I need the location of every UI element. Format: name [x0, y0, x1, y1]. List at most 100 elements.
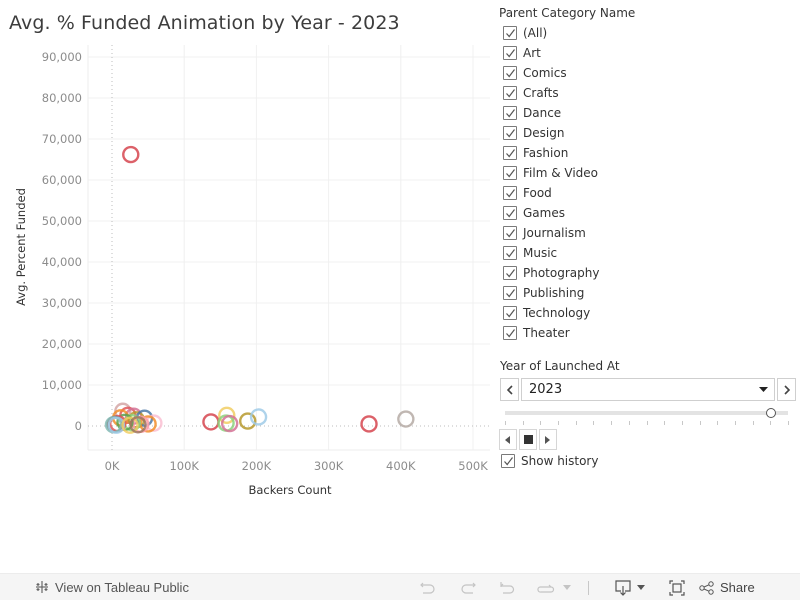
y-tick-label: 30,000 — [42, 296, 82, 310]
checkbox[interactable] — [503, 226, 517, 240]
filter-item[interactable]: Theater — [503, 323, 799, 343]
play-backward-button[interactable] — [499, 429, 517, 450]
checkbox[interactable] — [503, 126, 517, 140]
filter-item[interactable]: (All) — [503, 23, 799, 43]
slider-tick — [505, 421, 506, 425]
undo-button[interactable] — [418, 581, 438, 595]
y-tick-label: 70,000 — [42, 132, 82, 146]
show-history-checkbox[interactable]: Show history — [501, 454, 796, 468]
checkmark-icon — [505, 108, 515, 117]
slider-handle[interactable] — [766, 408, 777, 418]
filter-item[interactable]: Music — [503, 243, 799, 263]
checkbox[interactable] — [503, 286, 517, 300]
download-icon — [615, 579, 631, 596]
y-tick-label: 10,000 — [42, 378, 82, 392]
filter-item-label: Art — [523, 46, 541, 60]
share-button[interactable]: Share — [699, 580, 755, 595]
filter-item[interactable]: Food — [503, 183, 799, 203]
data-point[interactable] — [360, 415, 378, 433]
filter-item[interactable]: Art — [503, 43, 799, 63]
redo-icon — [461, 582, 476, 594]
checkmark-icon — [505, 208, 515, 217]
filter-item-label: Games — [523, 206, 565, 220]
play-forward-button[interactable] — [539, 429, 557, 450]
checkbox[interactable] — [503, 66, 517, 80]
year-slider[interactable] — [500, 403, 796, 427]
checkbox[interactable] — [503, 186, 517, 200]
y-axis-title: Avg. Percent Funded — [14, 188, 28, 306]
filter-item[interactable]: Publishing — [503, 283, 799, 303]
filter-item[interactable]: Photography — [503, 263, 799, 283]
y-tick-label: 90,000 — [42, 50, 82, 64]
filter-item[interactable]: Crafts — [503, 83, 799, 103]
filter-item[interactable]: Comics — [503, 63, 799, 83]
checkbox[interactable] — [503, 206, 517, 220]
refresh-icon — [537, 584, 555, 593]
play-forward-icon — [545, 435, 550, 444]
tableau-logo-icon — [36, 581, 48, 593]
filter-item[interactable]: Design — [503, 123, 799, 143]
checkmark-icon — [505, 188, 515, 197]
data-point[interactable] — [122, 145, 140, 164]
filter-item-label: Design — [523, 126, 565, 140]
checkbox[interactable] — [503, 46, 517, 60]
checkbox[interactable] — [503, 26, 517, 40]
x-tick-label: 400K — [386, 459, 416, 473]
filter-item[interactable]: Journalism — [503, 223, 799, 243]
previous-year-button[interactable] — [500, 378, 519, 401]
download-button[interactable] — [615, 579, 645, 596]
checkmark-icon — [505, 328, 515, 337]
stop-button[interactable] — [519, 429, 537, 450]
x-tick-label: 200K — [242, 459, 272, 473]
filter-list: (All) Art Comics Crafts Dance Design Fashion Fi… — [499, 23, 799, 343]
checkmark-icon — [505, 128, 515, 137]
checkbox[interactable] — [503, 326, 517, 340]
checkbox[interactable] — [503, 106, 517, 120]
caret-down-icon — [563, 585, 571, 590]
revert-button[interactable] — [498, 581, 518, 595]
checkbox[interactable] — [503, 166, 517, 180]
slider-tick — [540, 421, 542, 425]
checkmark-icon — [505, 308, 515, 317]
refresh-button[interactable] — [536, 581, 556, 595]
filter-item[interactable]: Film & Video — [503, 163, 799, 183]
x-tick-label: 300K — [314, 459, 344, 473]
filter-item[interactable]: Technology — [503, 303, 799, 323]
undo-icon — [420, 582, 435, 594]
share-icon — [699, 580, 714, 595]
checkbox[interactable] — [501, 454, 515, 468]
fullscreen-button[interactable] — [669, 579, 685, 596]
year-filter: Year of Launched At 2023 Show history — [499, 359, 796, 468]
checkbox[interactable] — [503, 86, 517, 100]
filter-item[interactable]: Dance — [503, 103, 799, 123]
slider-tick — [699, 421, 701, 425]
x-axis-ticks: 0K 100K 200K 300K 400K 500K — [105, 459, 489, 473]
caret-down-icon — [759, 386, 768, 392]
y-tick-label: 20,000 — [42, 337, 82, 351]
checkbox[interactable] — [503, 146, 517, 160]
filter-item-label: Crafts — [523, 86, 559, 100]
checkmark-icon — [505, 248, 515, 257]
filter-item[interactable]: Fashion — [503, 143, 799, 163]
slider-tick — [522, 421, 524, 425]
caret-down-icon — [637, 585, 645, 590]
view-on-tableau-public-link[interactable]: View on Tableau Public — [34, 579, 189, 595]
slider-track[interactable] — [505, 411, 788, 415]
year-dropdown[interactable]: 2023 — [521, 378, 775, 401]
checkbox[interactable] — [503, 306, 517, 320]
checkmark-icon — [505, 148, 515, 157]
next-year-button[interactable] — [777, 378, 796, 401]
checkbox[interactable] — [503, 266, 517, 280]
filter-item[interactable]: Games — [503, 203, 799, 223]
checkmark-icon — [505, 48, 515, 57]
filter-item-label: Comics — [523, 66, 567, 80]
checkmark-icon — [505, 68, 515, 77]
redo-button[interactable] — [458, 581, 478, 595]
toolbar-divider — [588, 580, 589, 595]
data-point[interactable] — [202, 413, 220, 431]
chevron-left-icon — [506, 384, 513, 395]
refresh-dropdown-button[interactable] — [562, 585, 572, 590]
slider-tick — [752, 421, 754, 425]
filter-item-label: Dance — [523, 106, 562, 120]
checkbox[interactable] — [503, 246, 517, 260]
